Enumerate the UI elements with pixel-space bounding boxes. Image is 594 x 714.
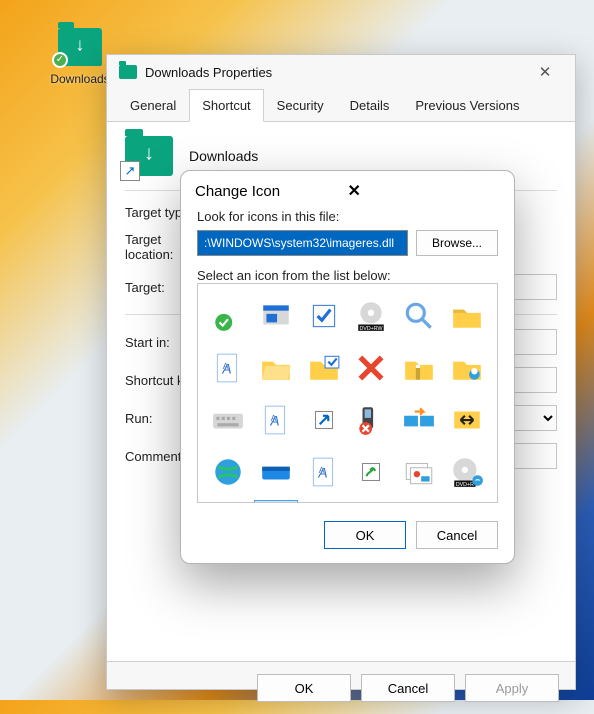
svg-text:A: A [270, 413, 276, 423]
file-font2-icon[interactable]: AA [254, 396, 298, 444]
dialog-title: Change Icon [195, 183, 348, 200]
file-font-icon[interactable]: AA [206, 344, 250, 392]
tab-shortcut[interactable]: Shortcut [189, 89, 263, 122]
share-overlay-icon[interactable] [349, 448, 393, 496]
delete-x-icon[interactable] [349, 344, 393, 392]
drive-icon[interactable] [254, 448, 298, 496]
tab-details[interactable]: Details [337, 89, 403, 122]
change-icon-dialog: Change Icon ✕ Look for icons in this fil… [180, 170, 515, 564]
svg-text:DVD+RW: DVD+RW [360, 326, 383, 332]
disc-dvdrw-icon[interactable]: DVD+RW [349, 292, 393, 340]
photos-icon[interactable] [397, 448, 441, 496]
desktop-shortcut[interactable]: ↓ ✓ Downloads [48, 28, 112, 86]
ok-button[interactable]: OK [324, 521, 406, 549]
downloads-folder-icon[interactable] [254, 500, 298, 503]
window-icon[interactable] [254, 292, 298, 340]
zip-folder-icon[interactable] [397, 344, 441, 392]
browse-button[interactable]: Browse... [416, 230, 498, 256]
device-error-icon[interactable] [349, 396, 393, 444]
icon-path-input[interactable] [197, 230, 408, 256]
apply-button[interactable]: Apply [465, 674, 559, 702]
select-label: Select an icon from the list below: [197, 268, 498, 283]
window-title: Downloads Properties [145, 65, 527, 80]
downloads-folder-icon: ↓ ✓ [58, 28, 102, 66]
tab-strip: General Shortcut Security Details Previo… [107, 89, 575, 122]
icon-list[interactable]: DVD+RWAAAAAADVD+R [197, 283, 498, 503]
tab-previous-versions[interactable]: Previous Versions [402, 89, 532, 122]
cancel-button[interactable]: Cancel [416, 521, 498, 549]
ok-button[interactable]: OK [257, 674, 351, 702]
disc-audio-icon[interactable]: DVD+R [445, 448, 489, 496]
item-name: Downloads [189, 148, 258, 164]
computers-transfer-icon[interactable] [397, 396, 441, 444]
file-font3-icon[interactable]: AA [302, 448, 346, 496]
folder-icon[interactable] [445, 292, 489, 340]
svg-text:A: A [318, 465, 324, 475]
item-icon: ↓ ↗ [125, 136, 173, 176]
desktop-shortcut-label: Downloads [48, 72, 112, 86]
globe-icon[interactable] [206, 448, 250, 496]
tab-general[interactable]: General [117, 89, 189, 122]
shortcut-arrow-overlay-icon: ↗ [120, 161, 140, 181]
shortcut-overlay-icon[interactable] [302, 396, 346, 444]
close-icon[interactable]: ✕ [348, 181, 501, 201]
keyboard-icon[interactable] [206, 396, 250, 444]
dialog-button-bar: OK Cancel Apply [107, 662, 575, 714]
close-icon[interactable]: ✕ [527, 63, 563, 81]
folder-checked-icon[interactable] [302, 344, 346, 392]
folder-open-icon[interactable] [254, 344, 298, 392]
magnifier-icon[interactable] [397, 292, 441, 340]
shield-check-icon[interactable] [206, 292, 250, 340]
compress-icon[interactable] [445, 396, 489, 444]
titlebar[interactable]: Downloads Properties ✕ [107, 55, 575, 89]
cancel-button[interactable]: Cancel [361, 674, 455, 702]
look-label: Look for icons in this file: [197, 209, 498, 224]
checkbox-icon[interactable] [302, 292, 346, 340]
window-icon [119, 65, 137, 79]
svg-text:DVD+R: DVD+R [456, 482, 474, 488]
sync-check-badge: ✓ [52, 52, 68, 68]
user-folder-icon[interactable] [445, 344, 489, 392]
tab-security[interactable]: Security [264, 89, 337, 122]
svg-text:A: A [223, 361, 229, 371]
music-disc-icon[interactable] [206, 500, 250, 503]
